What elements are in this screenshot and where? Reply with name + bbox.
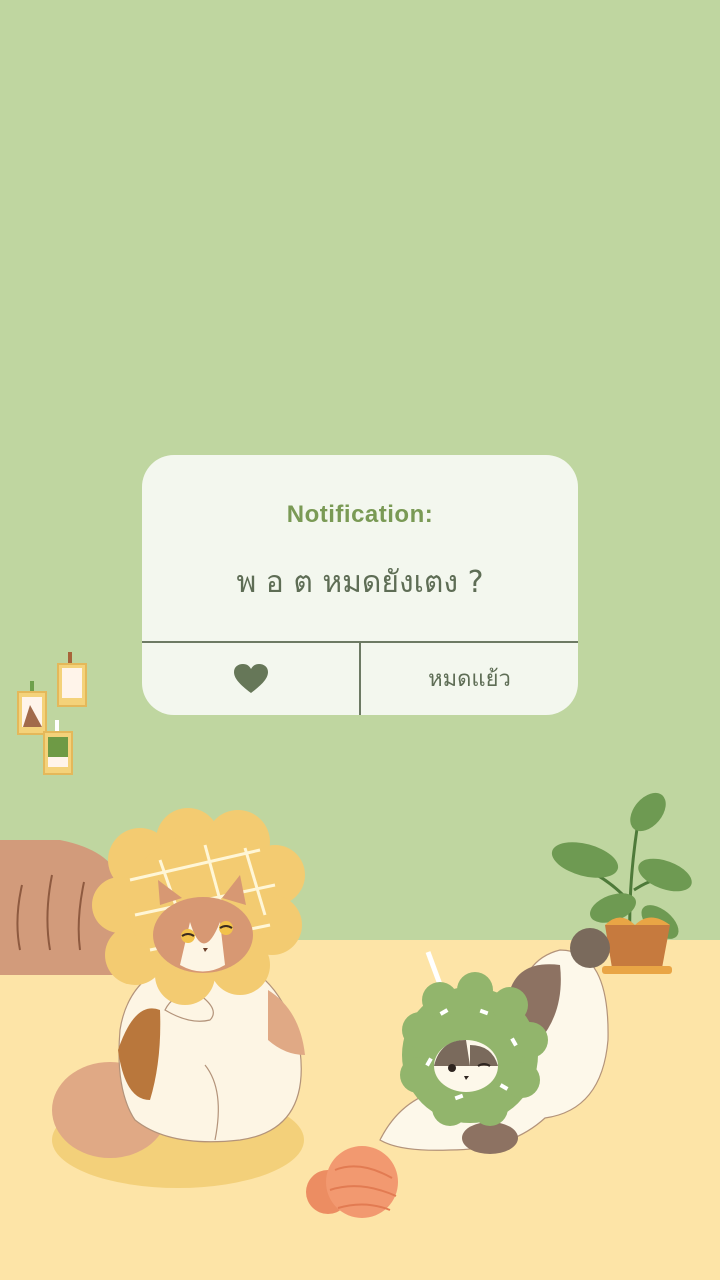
wall-photos [17,652,87,775]
notification-card: Notification: พ อ ต หมดยังเตง ? หมดแย้ว [142,455,578,715]
cat-matcha-donut [379,928,610,1154]
heart-icon [233,663,268,693]
heart-button[interactable] [142,642,359,715]
notification-message: พ อ ต หมดยังเตง ? [236,565,484,600]
notification-title: Notification: [286,501,434,528]
yarn-balls [306,1146,398,1218]
done-button[interactable]: หมดแย้ว [361,642,578,715]
